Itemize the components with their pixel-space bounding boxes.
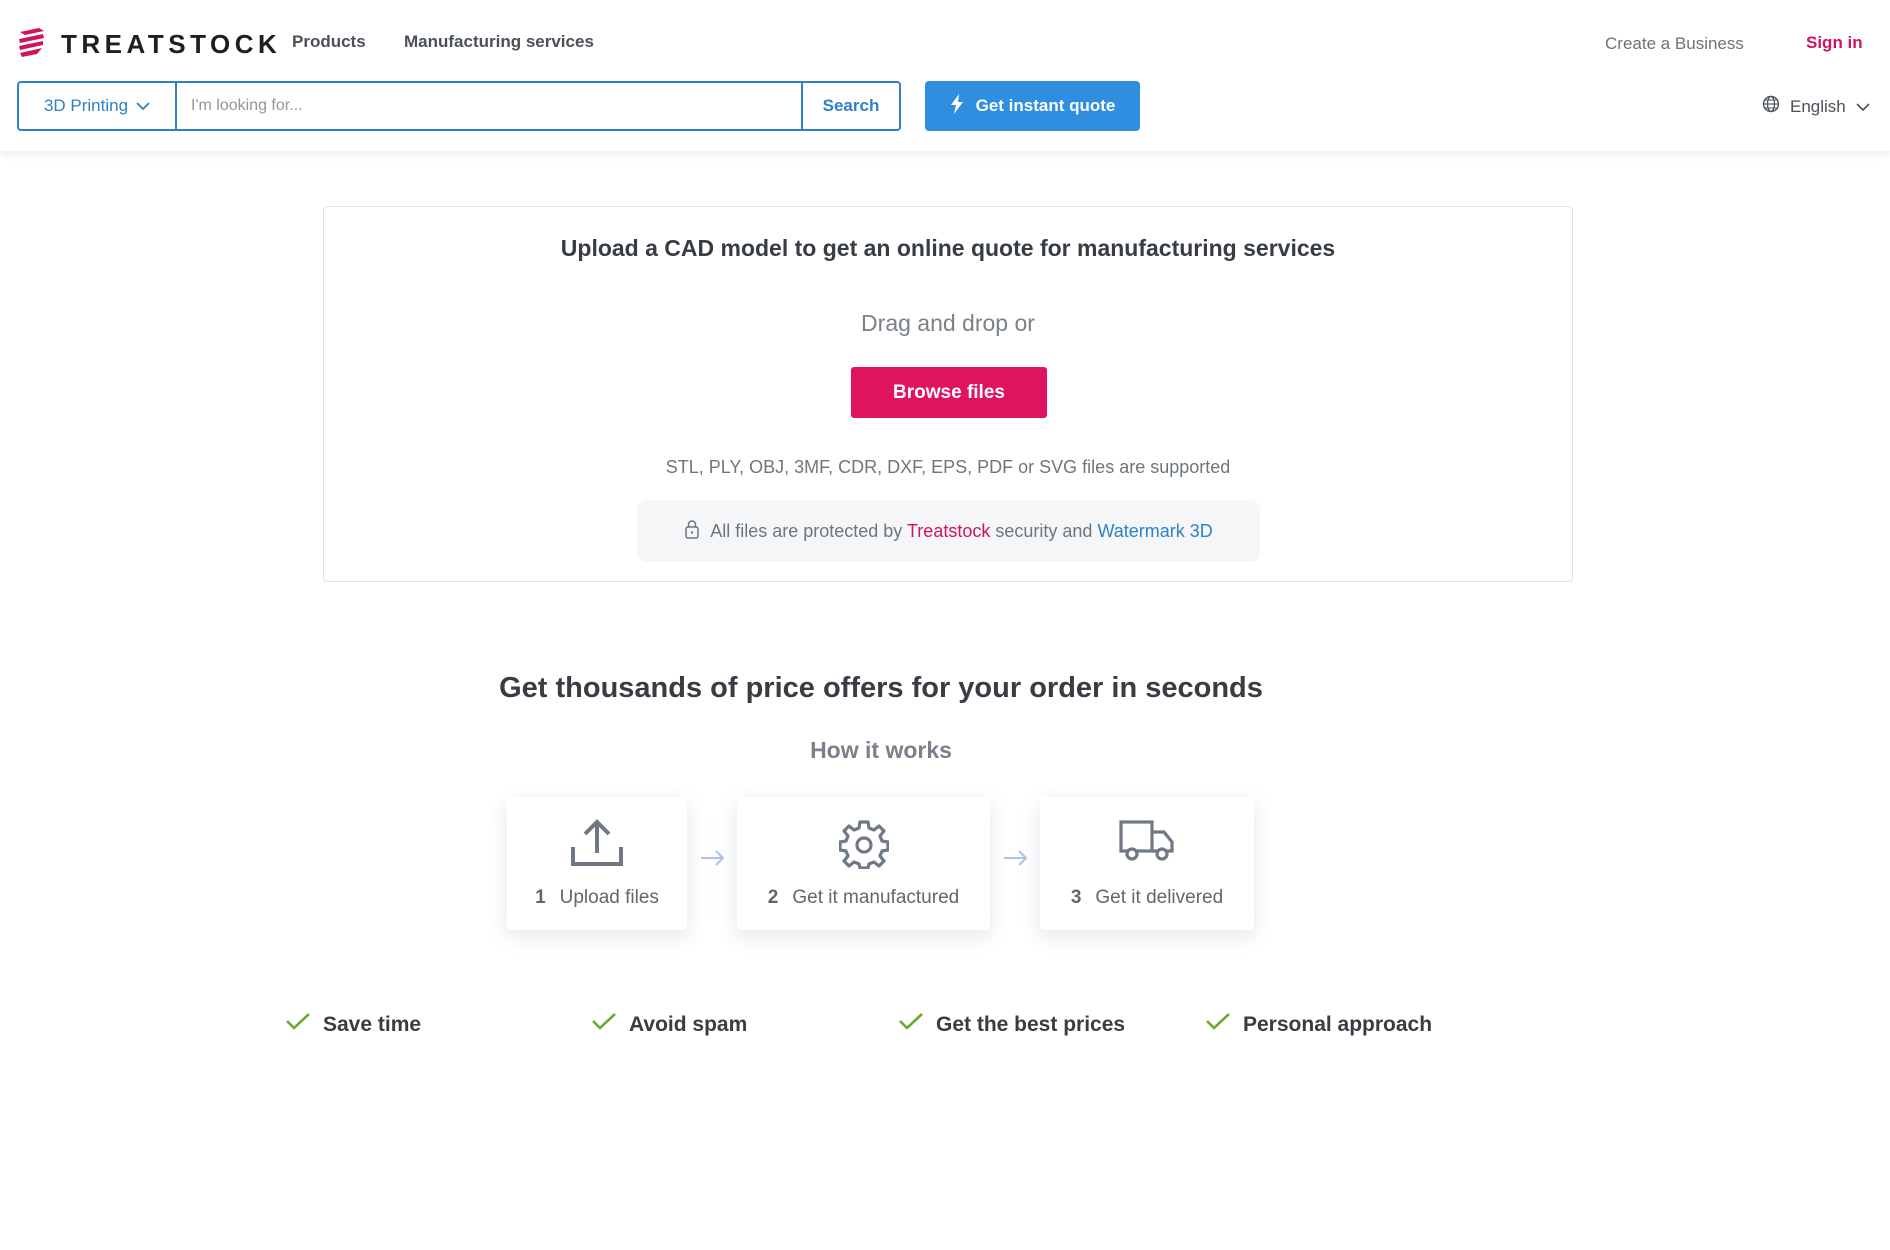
quote-button-label: Get instant quote <box>975 96 1116 115</box>
truck-icon <box>1040 819 1254 863</box>
browse-files-button[interactable]: Browse files <box>851 367 1047 418</box>
watermark-3d-link[interactable]: Watermark 3D <box>1097 521 1212 541</box>
category-dropdown[interactable]: 3D Printing <box>19 83 177 129</box>
protection-prefix: All files are protected by <box>710 520 903 541</box>
how-it-works-title: How it works <box>810 737 952 763</box>
get-instant-quote-button[interactable]: Get instant quote <box>925 81 1140 131</box>
search-input[interactable] <box>177 83 801 129</box>
step-label: Get it delivered <box>1095 887 1224 908</box>
lock-icon <box>684 519 700 544</box>
step-label: Get it manufactured <box>792 887 960 908</box>
check-icon <box>591 1012 617 1038</box>
step-number: 1 <box>535 887 546 908</box>
category-label: 3D Printing <box>43 96 129 115</box>
site-header: TREATSTOCK Products Manufacturing servic… <box>0 0 1890 151</box>
language-label: English <box>1790 96 1846 116</box>
logo-text: TREATSTOCK <box>61 29 282 59</box>
supported-formats: STL, PLY, OBJ, 3MF, CDR, DXF, EPS, PDF o… <box>665 457 1231 477</box>
gear-icon <box>737 819 990 869</box>
benefit-personal-approach: Personal approach <box>1205 1012 1432 1038</box>
sign-in-link[interactable]: Sign in <box>1806 33 1863 53</box>
upload-title: Upload a CAD model to get an online quot… <box>560 235 1336 261</box>
arrow-right-icon <box>700 850 726 871</box>
benefit-label: Avoid spam <box>629 1013 748 1036</box>
upload-panel[interactable]: Upload a CAD model to get an online quot… <box>323 206 1573 582</box>
create-business-link[interactable]: Create a Business <box>1605 34 1744 54</box>
nav-manufacturing-services[interactable]: Manufacturing services <box>404 32 594 52</box>
step-number: 3 <box>1070 887 1082 908</box>
lightning-icon <box>950 93 964 119</box>
nav-products[interactable]: Products <box>292 32 366 52</box>
benefit-label: Save time <box>323 1013 422 1036</box>
upload-icon <box>507 819 687 867</box>
offers-headline: Get thousands of price offers for your o… <box>499 672 1263 704</box>
step-manufacture: 2 Get it manufactured <box>737 797 990 930</box>
treatstock-security-link[interactable]: Treatstock <box>907 521 990 541</box>
logo-icon <box>17 26 47 63</box>
search-button[interactable]: Search <box>801 83 899 129</box>
arrow-right-icon <box>1003 850 1029 871</box>
benefit-label: Get the best prices <box>936 1013 1126 1036</box>
protection-middle: security and <box>995 520 1093 541</box>
check-icon <box>1205 1012 1231 1038</box>
step-number: 2 <box>767 887 779 908</box>
benefit-best-prices: Get the best prices <box>898 1012 1125 1038</box>
treatstock-logo[interactable]: TREATSTOCK <box>17 26 281 63</box>
search-bar: 3D Printing Search <box>17 81 901 131</box>
globe-icon <box>1762 95 1780 118</box>
check-icon <box>898 1012 924 1038</box>
protection-notice: All files are protected by Treatstock se… <box>637 500 1260 562</box>
benefit-avoid-spam: Avoid spam <box>591 1012 747 1038</box>
step-upload: 1 Upload files <box>507 797 687 930</box>
step-label: Upload files <box>559 887 659 908</box>
language-selector[interactable]: English <box>1762 95 1870 118</box>
chevron-down-icon <box>136 96 150 116</box>
benefit-save-time: Save time <box>285 1012 421 1038</box>
chevron-down-icon <box>1856 97 1870 117</box>
step-delivery: 3 Get it delivered <box>1040 797 1254 930</box>
benefit-label: Personal approach <box>1243 1013 1433 1036</box>
drag-drop-text: Drag and drop or <box>861 310 1035 336</box>
check-icon <box>285 1012 311 1038</box>
